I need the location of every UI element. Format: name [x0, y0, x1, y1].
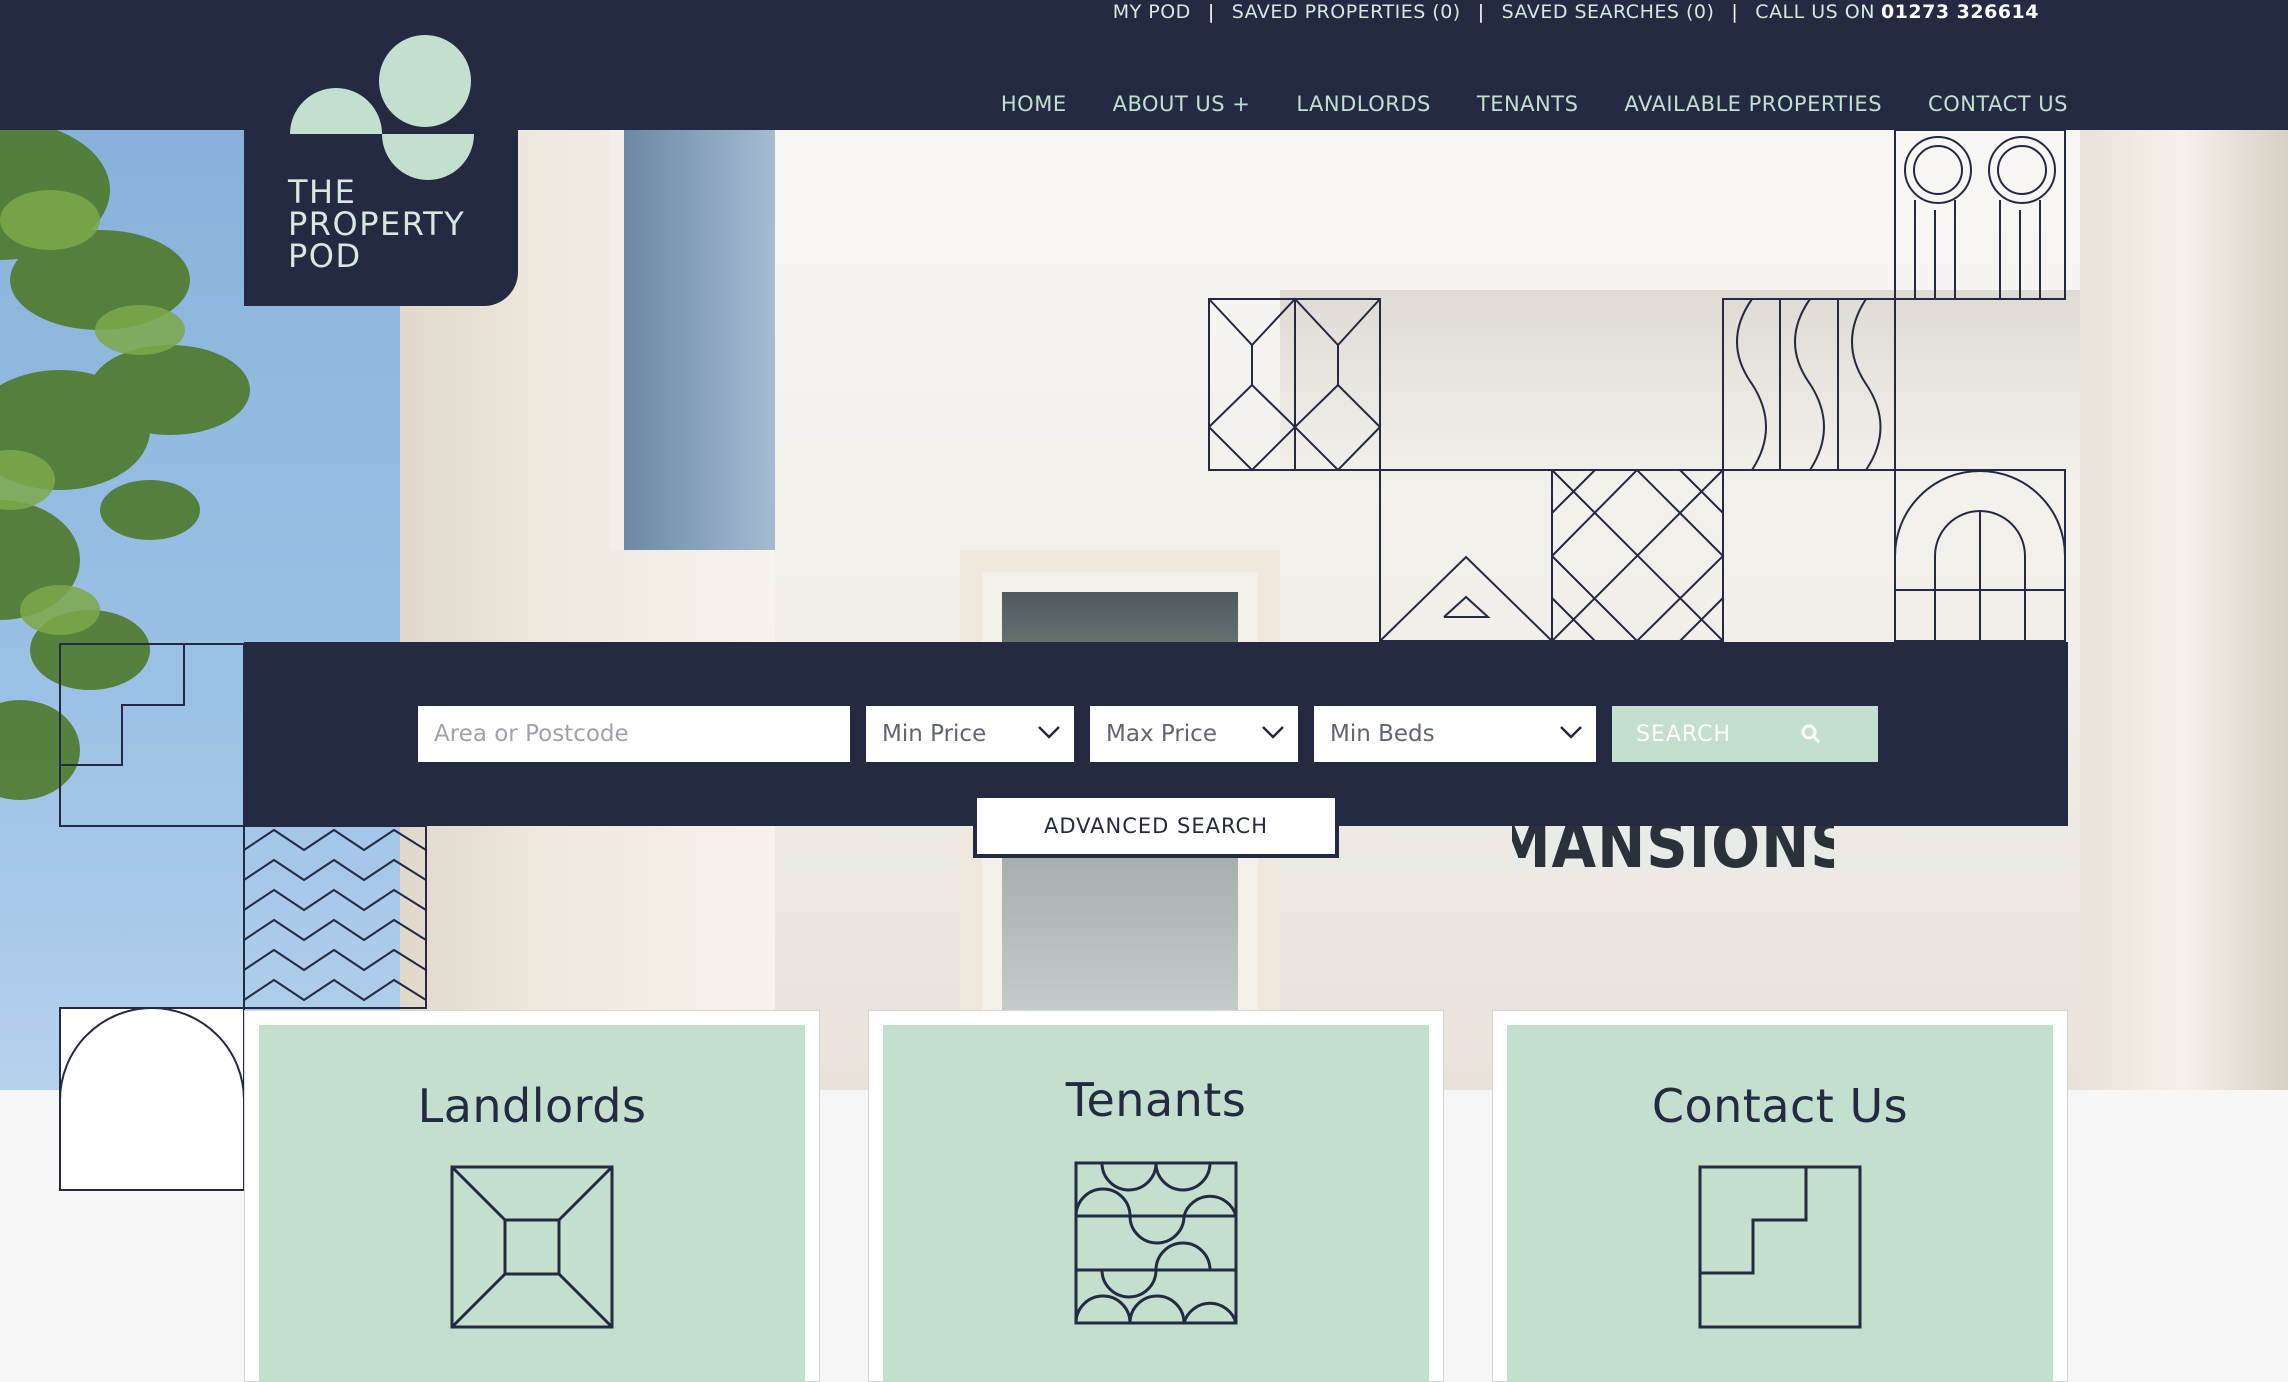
site-logo[interactable]: THE PROPERTY POD: [244, 0, 518, 306]
framed-square-icon: [450, 1165, 614, 1329]
separator: |: [1207, 1, 1215, 23]
utility-bar: MY POD | SAVED PROPERTIES (0) | SAVED SE…: [1113, 0, 2039, 24]
min-beds-value: Min Beds: [1330, 721, 1435, 747]
card-panel: Landlords: [259, 1025, 805, 1382]
logo-line-3: POD: [288, 237, 362, 275]
logo-line-1: THE: [288, 173, 357, 211]
nav-landlords[interactable]: LANDLORDS: [1296, 92, 1431, 116]
area-postcode-field[interactable]: [418, 706, 850, 762]
max-price-value: Max Price: [1106, 721, 1217, 747]
nav-available-properties[interactable]: AVAILABLE PROPERTIES: [1624, 92, 1882, 116]
advanced-search-button[interactable]: ADVANCED SEARCH: [973, 794, 1339, 858]
min-price-select[interactable]: Min Price: [866, 706, 1074, 762]
saved-searches-link[interactable]: SAVED SEARCHES (0): [1502, 1, 1715, 23]
call-label: CALL US ON: [1755, 1, 1875, 23]
tenants-card[interactable]: Tenants: [868, 1010, 1444, 1382]
max-price-select[interactable]: Max Price: [1090, 706, 1298, 762]
search-icon: [1801, 724, 1821, 744]
nav-about[interactable]: ABOUT US +: [1113, 92, 1251, 116]
hero-window-left: [610, 130, 780, 550]
separator: |: [1731, 1, 1739, 23]
chevron-down-icon: [1262, 726, 1284, 739]
min-beds-select[interactable]: Min Beds: [1314, 706, 1596, 762]
contact-card[interactable]: Contact Us: [1492, 1010, 2068, 1382]
logo-line-2: PROPERTY: [288, 205, 466, 243]
search-button-label: SEARCH: [1636, 721, 1732, 747]
nav-tenants[interactable]: TENANTS: [1477, 92, 1579, 116]
search-button[interactable]: SEARCH: [1612, 706, 1878, 762]
card-title: Landlords: [417, 1079, 647, 1133]
main-nav: HOME ABOUT US + LANDLORDS TENANTS AVAILA…: [1001, 92, 2068, 116]
separator: |: [1477, 1, 1485, 23]
phone-link[interactable]: 01273 326614: [1881, 1, 2039, 23]
card-title: Tenants: [1065, 1073, 1247, 1127]
my-pod-link[interactable]: MY POD: [1113, 1, 1191, 23]
landlords-card[interactable]: Landlords: [244, 1010, 820, 1382]
step-corner-icon: [1698, 1165, 1862, 1329]
wave-pattern-icon: [1074, 1161, 1238, 1325]
card-panel: Tenants: [883, 1025, 1429, 1382]
card-panel: Contact Us: [1507, 1025, 2053, 1382]
saved-properties-link[interactable]: SAVED PROPERTIES (0): [1232, 1, 1461, 23]
logo-mark-icon: [290, 35, 474, 180]
nav-home[interactable]: HOME: [1001, 92, 1067, 116]
area-postcode-input[interactable]: [434, 706, 850, 762]
nav-contact[interactable]: CONTACT US: [1928, 92, 2068, 116]
card-title: Contact Us: [1651, 1079, 1909, 1133]
chevron-down-icon: [1038, 726, 1060, 739]
chevron-down-icon: [1560, 726, 1582, 739]
min-price-value: Min Price: [882, 721, 987, 747]
hero-pillar: [2080, 130, 2288, 1090]
logo-wordmark: THE PROPERTY POD: [288, 176, 465, 272]
